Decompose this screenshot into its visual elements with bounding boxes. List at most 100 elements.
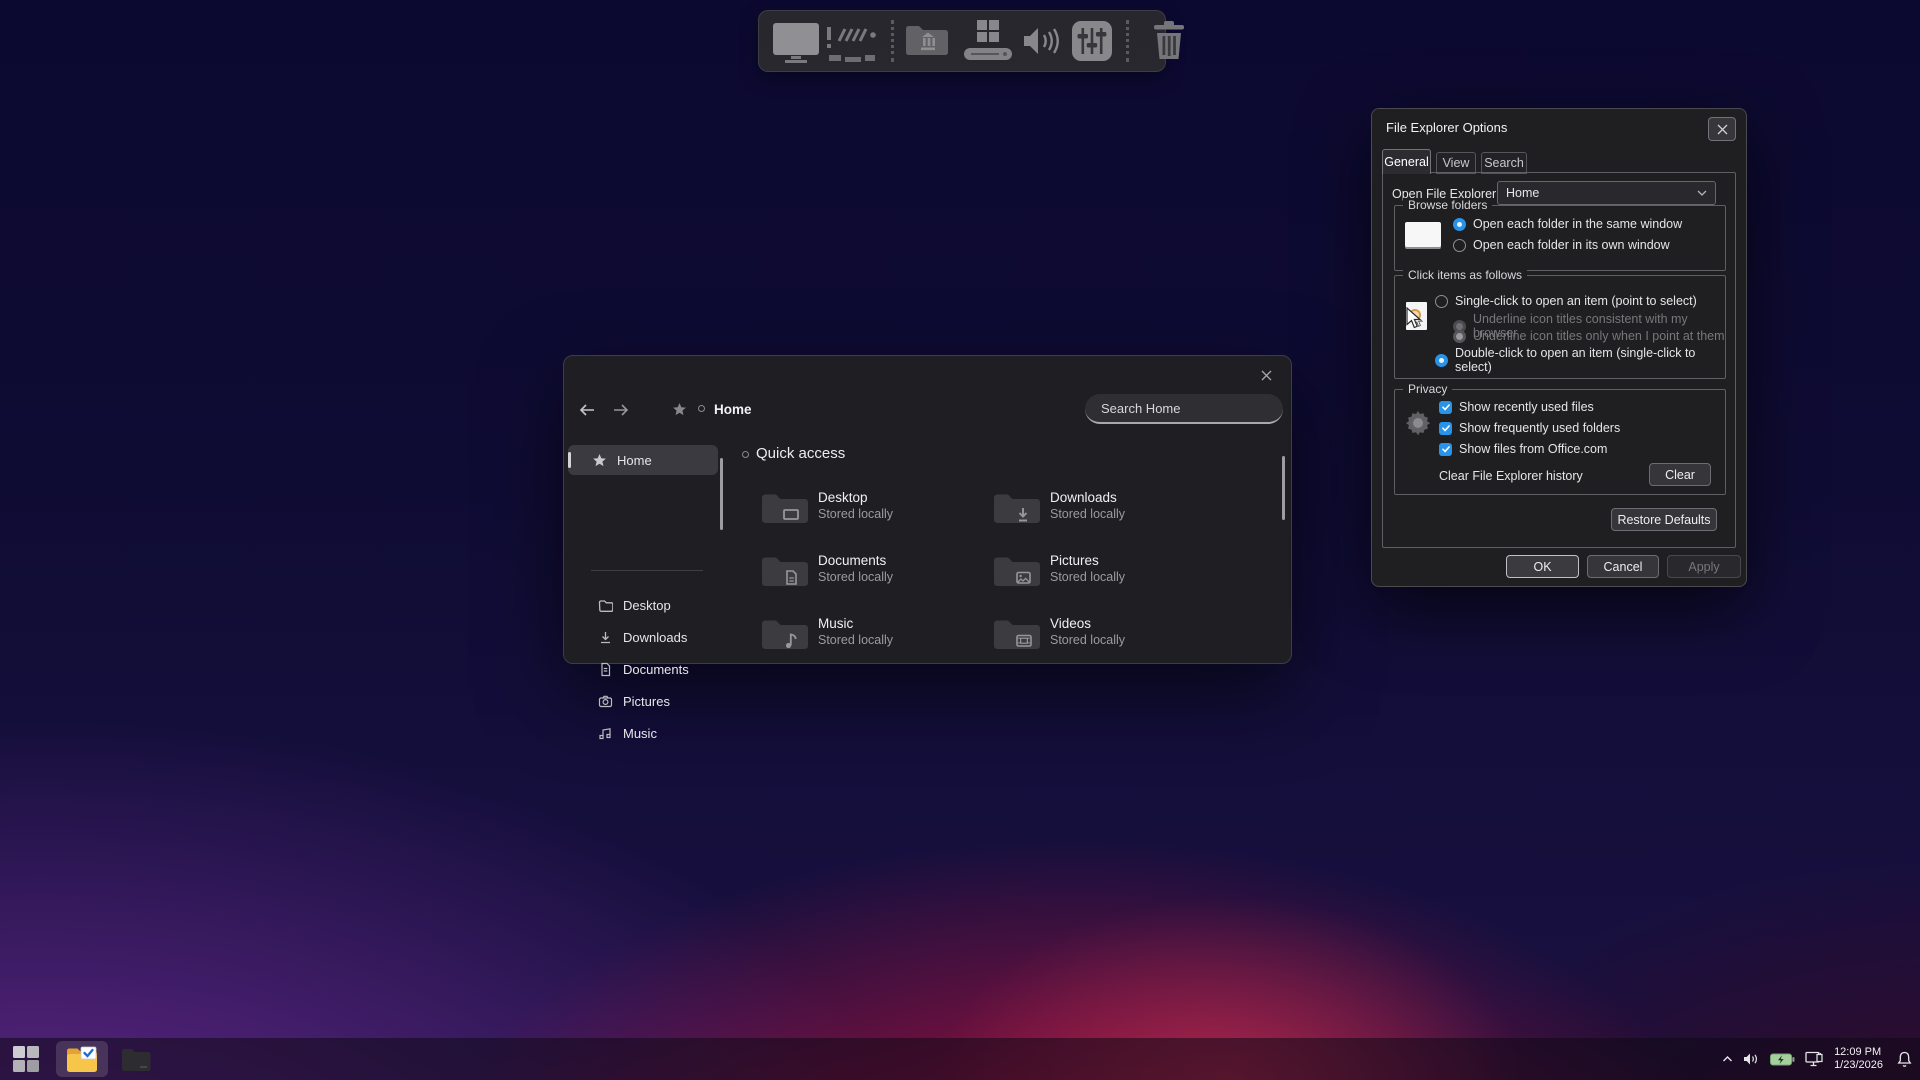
speaker-icon[interactable] [1022, 23, 1064, 59]
tab-view[interactable]: View [1436, 152, 1476, 174]
clock-time: 12:09 PM [1834, 1046, 1883, 1059]
dark-folder-icon [121, 1047, 151, 1072]
forward-button[interactable] [608, 398, 634, 422]
click-items-group: Click items as follows Single-click to o… [1394, 275, 1726, 379]
selected-indicator [568, 452, 571, 468]
radio-double-click[interactable]: Double-click to open an item (single-cli… [1435, 346, 1725, 374]
mixer-icon[interactable] [1072, 21, 1112, 61]
restore-defaults-button[interactable]: Restore Defaults [1611, 508, 1717, 531]
open-to-dropdown[interactable]: Home [1497, 181, 1716, 205]
download-icon [598, 630, 613, 645]
browse-folders-icon [1405, 222, 1441, 247]
clear-button[interactable]: Clear [1649, 463, 1711, 486]
apply-button: Apply [1667, 555, 1741, 578]
back-button[interactable] [574, 398, 600, 422]
taskbar: 12:09 PM 1/23/2026 [0, 1038, 1920, 1080]
breadcrumb[interactable]: Home [714, 402, 752, 417]
home-star-icon [592, 453, 607, 468]
tab-label: Search [1484, 156, 1524, 170]
radio-single-click[interactable]: Single-click to open an item (point to s… [1435, 294, 1697, 308]
quick-access-item-documents[interactable]: Documents Stored locally [760, 552, 980, 592]
breadcrumb-pin-icon[interactable] [672, 402, 687, 417]
radio-own-window[interactable]: Open each folder in its own window [1453, 238, 1670, 252]
sidebar-separator [591, 570, 703, 571]
taskbar-clock[interactable]: 12:09 PM 1/23/2026 [1834, 1046, 1883, 1072]
dialog-title: File Explorer Options [1386, 120, 1507, 135]
yellow-folder-check-icon [66, 1046, 98, 1073]
checkbox-label: Show frequently used folders [1459, 421, 1620, 435]
quick-access-item-pictures[interactable]: Pictures Stored locally [992, 552, 1212, 592]
windows-logo-icon [13, 1046, 39, 1072]
gear-icon [1403, 408, 1433, 438]
sidebar-item-music[interactable]: Music [568, 718, 718, 748]
taskbar-file-explorer-options[interactable] [56, 1041, 108, 1077]
tray-display-icon[interactable] [1805, 1051, 1824, 1067]
sidebar-item-label: Home [617, 453, 652, 468]
radio-unselected [1453, 239, 1466, 252]
checkbox-checked [1439, 401, 1452, 414]
explorer-sidebar: Home Desktop Downloads Documents Pictu [564, 436, 726, 663]
sidebar-item-downloads[interactable]: Downloads [568, 622, 718, 652]
quick-access-item-downloads[interactable]: Downloads Stored locally [992, 489, 1212, 529]
checkbox-label: Show recently used files [1459, 400, 1594, 414]
sidebar-item-documents[interactable]: Documents [568, 654, 718, 684]
radio-underline-point: Underline icon titles only when I point … [1453, 329, 1725, 343]
button-label: Clear [1665, 468, 1695, 482]
checkbox-frequent-folders[interactable]: Show frequently used folders [1439, 421, 1620, 435]
quick-access-item-videos[interactable]: Videos Stored locally [992, 615, 1212, 655]
quick-access-item-desktop[interactable]: Desktop Stored locally [760, 489, 980, 529]
recycle-bin-icon[interactable] [1147, 19, 1191, 63]
ok-button[interactable]: OK [1506, 555, 1579, 578]
group-title: Browse folders [1403, 198, 1492, 212]
system-tray: 12:09 PM 1/23/2026 [1722, 1038, 1912, 1080]
tray-notification-bell-icon[interactable] [1897, 1051, 1912, 1068]
item-subtitle: Stored locally [818, 633, 893, 647]
folder-bank-icon[interactable] [904, 21, 952, 61]
tray-speaker-icon[interactable] [1743, 1052, 1760, 1066]
checkbox-office-files[interactable]: Show files from Office.com [1439, 442, 1607, 456]
privacy-group: Privacy Show recently used files Show fr… [1394, 389, 1726, 495]
item-name: Music [818, 616, 853, 631]
camera-icon [598, 694, 613, 709]
cancel-button[interactable]: Cancel [1587, 555, 1659, 578]
chevron-down-icon [1697, 190, 1707, 196]
windows-drive-icon[interactable] [962, 18, 1014, 64]
desktop: { "dock": { "icons": ["pc-monitor", "fol… [0, 0, 1920, 1080]
sidebar-scrollbar[interactable] [720, 458, 723, 530]
explorer-close-button[interactable] [1253, 364, 1279, 386]
tray-battery-icon[interactable] [1770, 1053, 1795, 1066]
item-subtitle: Stored locally [1050, 507, 1125, 521]
dock-separator [1126, 20, 1129, 62]
sidebar-item-desktop[interactable]: Desktop [568, 590, 718, 620]
start-button[interactable] [4, 1041, 48, 1077]
sidebar-item-home[interactable]: Home [568, 445, 718, 475]
radio-selected [1453, 218, 1466, 231]
checkbox-checked [1439, 443, 1452, 456]
search-placeholder: Search Home [1101, 401, 1180, 416]
button-label: OK [1533, 560, 1551, 574]
sidebar-item-label: Pictures [623, 694, 670, 709]
tab-search[interactable]: Search [1481, 152, 1527, 174]
sidebar-item-label: Music [623, 726, 657, 741]
sidebar-item-label: Documents [623, 662, 689, 677]
taskbar-file-explorer-window[interactable] [114, 1041, 158, 1077]
section-chevron-icon[interactable] [742, 451, 749, 458]
tray-chevron-up-icon[interactable] [1722, 1055, 1733, 1063]
browse-folders-group: Browse folders Open each folder in the s… [1394, 205, 1726, 271]
group-title: Click items as follows [1403, 268, 1527, 282]
tab-label: View [1443, 156, 1470, 170]
quick-access-item-music[interactable]: Music Stored locally [760, 615, 980, 655]
content-scrollbar[interactable] [1282, 456, 1285, 520]
dialog-close-button[interactable] [1708, 117, 1736, 141]
pc-monitor-icon[interactable] [771, 15, 881, 67]
dropdown-value: Home [1506, 186, 1539, 200]
checkbox-recent-files[interactable]: Show recently used files [1439, 400, 1594, 414]
checkbox-checked [1439, 422, 1452, 435]
clear-history-label: Clear File Explorer history [1439, 469, 1583, 483]
radio-same-window[interactable]: Open each folder in the same window [1453, 217, 1682, 231]
folder-film-icon [992, 615, 1044, 653]
item-name: Desktop [818, 490, 868, 505]
sidebar-item-pictures[interactable]: Pictures [568, 686, 718, 716]
tab-general[interactable]: General [1382, 149, 1431, 174]
search-input[interactable]: Search Home [1085, 394, 1283, 424]
